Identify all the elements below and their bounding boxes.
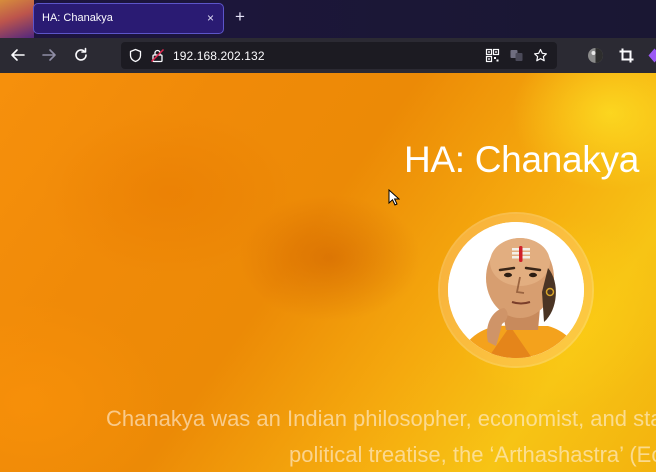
mouse-cursor-icon [388,189,400,206]
reload-icon [75,47,87,61]
chanakya-illustration [448,222,584,358]
portrait-frame [440,214,592,366]
description-line-2: political treatise, the ‘Arthashastra’ (… [289,442,656,467]
crop-icon[interactable] [618,47,635,64]
page-content: HA: Chanakya Chanakya was an Indian phil… [0,73,656,472]
forward-button[interactable] [40,46,58,64]
reload-button[interactable] [72,46,90,64]
address-bar[interactable]: 192.168.202.132 [121,42,557,69]
tab-title: HA: Chanakya [42,12,113,24]
extension-icon[interactable] [646,47,656,64]
qr-code-icon[interactable] [485,48,500,63]
description-line-1: Chanakya was an Indian philosopher, econ… [106,406,656,431]
tab-strip: HA: Chanakya × + [0,0,656,38]
chanakya-portrait [448,222,584,358]
url-text[interactable]: 192.168.202.132 [173,49,265,63]
arrow-left-icon [11,49,25,61]
tab-ha-chanakya[interactable]: HA: Chanakya × [33,3,224,34]
shield-icon[interactable] [128,48,143,63]
arrow-right-icon [42,49,56,61]
new-tab-icon[interactable]: + [235,8,245,25]
bookmark-star-icon[interactable] [533,48,548,63]
back-button[interactable] [9,46,27,64]
translate-icon[interactable] [509,48,524,63]
account-avatar-icon[interactable] [587,47,604,64]
page-title: HA: Chanakya [404,139,639,180]
tabstrip-decoration [0,0,34,38]
close-icon[interactable]: × [207,11,214,25]
insecure-lock-icon[interactable] [150,48,165,63]
